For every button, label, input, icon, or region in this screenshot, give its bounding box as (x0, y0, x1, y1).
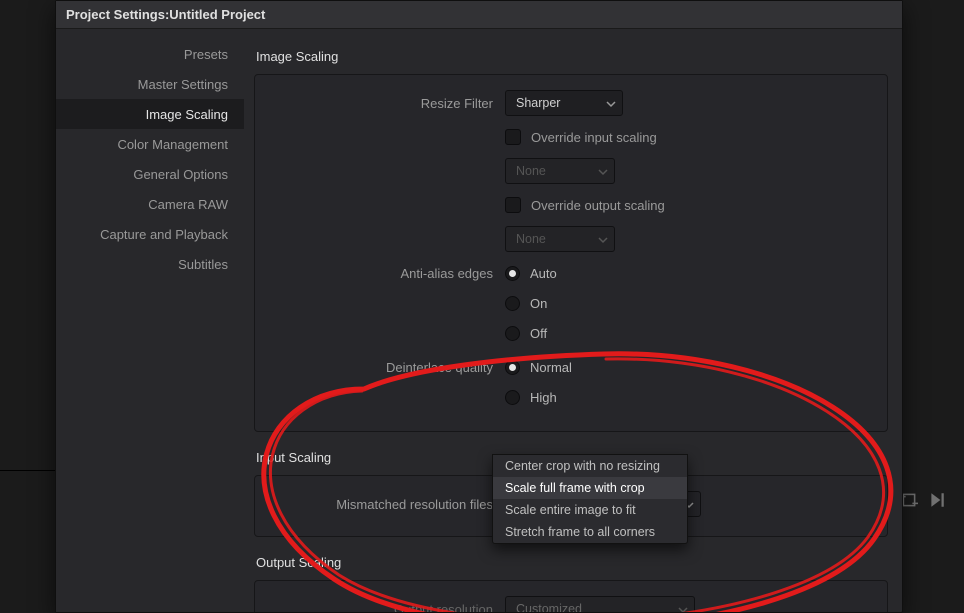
radio-deinterlace-high[interactable] (505, 390, 520, 405)
sidebar-item-camera-raw[interactable]: Camera RAW (56, 189, 244, 219)
label-anti-alias-edges: Anti-alias edges (269, 266, 505, 281)
checkbox-override-output-scaling[interactable] (505, 197, 521, 213)
sidebar-item-general-options[interactable]: General Options (56, 159, 244, 189)
label-resize-filter: Resize Filter (269, 96, 505, 111)
chevron-down-icon (678, 605, 686, 612)
sidebar-item-presets[interactable]: Presets (56, 39, 244, 69)
sidebar: Presets Master Settings Image Scaling Co… (56, 29, 244, 612)
section-title-output-scaling: Output Scaling (256, 555, 888, 570)
radio-label-anti-alias-auto: Auto (530, 266, 557, 281)
skip-next-icon[interactable] (928, 491, 946, 509)
dropdown-item-center-crop[interactable]: Center crop with no resizing (493, 455, 687, 477)
dialog-titlebar: Project Settings: Untitled Project (56, 1, 902, 29)
radio-anti-alias-off[interactable] (505, 326, 520, 341)
radio-anti-alias-on[interactable] (505, 296, 520, 311)
radio-label-deinterlace-normal: Normal (530, 360, 572, 375)
main-panel: Image Scaling Resize Filter Sharper (244, 29, 902, 612)
chevron-down-icon (598, 235, 606, 243)
dropdown-item-stretch[interactable]: Stretch frame to all corners (493, 521, 687, 543)
section-title-image-scaling: Image Scaling (256, 49, 888, 64)
radio-label-anti-alias-on: On (530, 296, 547, 311)
select-override-input-scaling: None (505, 158, 615, 184)
dropdown-mismatched-resolution[interactable]: Center crop with no resizing Scale full … (492, 454, 688, 544)
sidebar-item-color-management[interactable]: Color Management (56, 129, 244, 159)
radio-anti-alias-auto[interactable] (505, 266, 520, 281)
dropdown-item-scale-full-crop[interactable]: Scale full frame with crop (493, 477, 687, 499)
radio-label-anti-alias-off: Off (530, 326, 547, 341)
panel-output-scaling: Output resolution Customized For 1080 (254, 580, 888, 612)
radio-deinterlace-normal[interactable] (505, 360, 520, 375)
dropdown-item-scale-fit[interactable]: Scale entire image to fit (493, 499, 687, 521)
sidebar-item-subtitles[interactable]: Subtitles (56, 249, 244, 279)
sidebar-item-master-settings[interactable]: Master Settings (56, 69, 244, 99)
label-output-resolution: Output resolution (269, 602, 505, 613)
titlebar-project-name: Untitled Project (169, 7, 265, 22)
select-output-resolution[interactable]: Customized (505, 596, 695, 612)
chevron-down-icon (598, 167, 606, 175)
label-mismatched-resolution: Mismatched resolution files (269, 497, 505, 512)
panel-image-scaling: Resize Filter Sharper Override in (254, 74, 888, 432)
label-deinterlace-quality: Deinterlace quality (269, 360, 505, 375)
checkbox-override-input-scaling[interactable] (505, 129, 521, 145)
select-override-output-scaling: None (505, 226, 615, 252)
label-override-input-scaling: Override input scaling (531, 130, 657, 145)
label-override-output-scaling: Override output scaling (531, 198, 665, 213)
select-resize-filter[interactable]: Sharper (505, 90, 623, 116)
titlebar-prefix: Project Settings: (66, 7, 169, 22)
sidebar-item-image-scaling[interactable]: Image Scaling (56, 99, 244, 129)
sidebar-item-capture-playback[interactable]: Capture and Playback (56, 219, 244, 249)
project-settings-dialog: Project Settings: Untitled Project Prese… (55, 0, 903, 613)
chevron-down-icon (606, 99, 614, 107)
radio-label-deinterlace-high: High (530, 390, 557, 405)
